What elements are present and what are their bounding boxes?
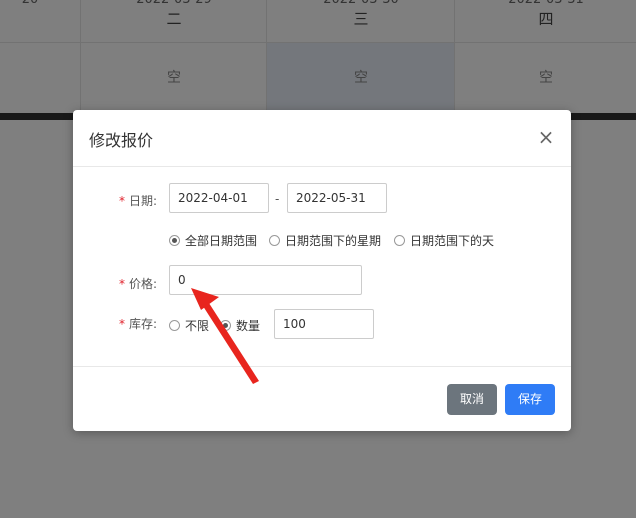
stock-label-text: 库存: xyxy=(128,317,157,331)
required-mark: * xyxy=(118,194,125,208)
radio-dot xyxy=(394,234,405,246)
radio-dot xyxy=(169,234,180,246)
stock-quantity-input[interactable]: 100 xyxy=(274,309,374,339)
radio-dot xyxy=(220,319,231,331)
radio-dot xyxy=(169,319,180,331)
radio-label: 数量 xyxy=(236,318,261,333)
required-mark: * xyxy=(118,277,125,291)
start-date-input[interactable]: 2022-04-01 xyxy=(169,183,269,213)
dialog-header: 修改报价 × xyxy=(73,110,571,167)
price-label-text: 价格: xyxy=(128,277,157,291)
date-label-text: 日期: xyxy=(128,194,157,208)
radio-label: 日期范围下的天 xyxy=(410,233,495,248)
radio-label: 不限 xyxy=(185,318,210,333)
radio-stock-quantity[interactable]: 数量 xyxy=(220,317,260,333)
radio-label: 日期范围下的星期 xyxy=(285,233,382,248)
dialog-footer: 取消 保存 xyxy=(73,366,571,432)
date-separator: - xyxy=(275,192,280,206)
radio-all-dates[interactable]: 全部日期范围 xyxy=(169,232,257,248)
price-input[interactable]: 0 xyxy=(169,265,362,295)
save-button[interactable]: 保存 xyxy=(505,384,555,415)
cancel-button[interactable]: 取消 xyxy=(447,384,497,415)
radio-stock-unlimited[interactable]: 不限 xyxy=(169,317,209,333)
dialog-title: 修改报价 xyxy=(89,131,154,150)
required-mark: * xyxy=(118,317,125,331)
date-label: * 日期: xyxy=(113,192,157,209)
radio-weekday-in-range[interactable]: 日期范围下的星期 xyxy=(269,232,381,248)
radio-label: 全部日期范围 xyxy=(185,233,258,248)
price-label: * 价格: xyxy=(113,275,157,292)
edit-price-dialog: 修改报价 × * 日期: 2022-04-01 - 2022-05-31 全部日期… xyxy=(73,110,571,431)
radio-day-in-range[interactable]: 日期范围下的天 xyxy=(394,232,494,248)
radio-dot xyxy=(269,234,280,246)
end-date-input[interactable]: 2022-05-31 xyxy=(287,183,387,213)
close-icon[interactable]: × xyxy=(537,127,555,147)
stock-label: * 库存: xyxy=(113,315,157,332)
